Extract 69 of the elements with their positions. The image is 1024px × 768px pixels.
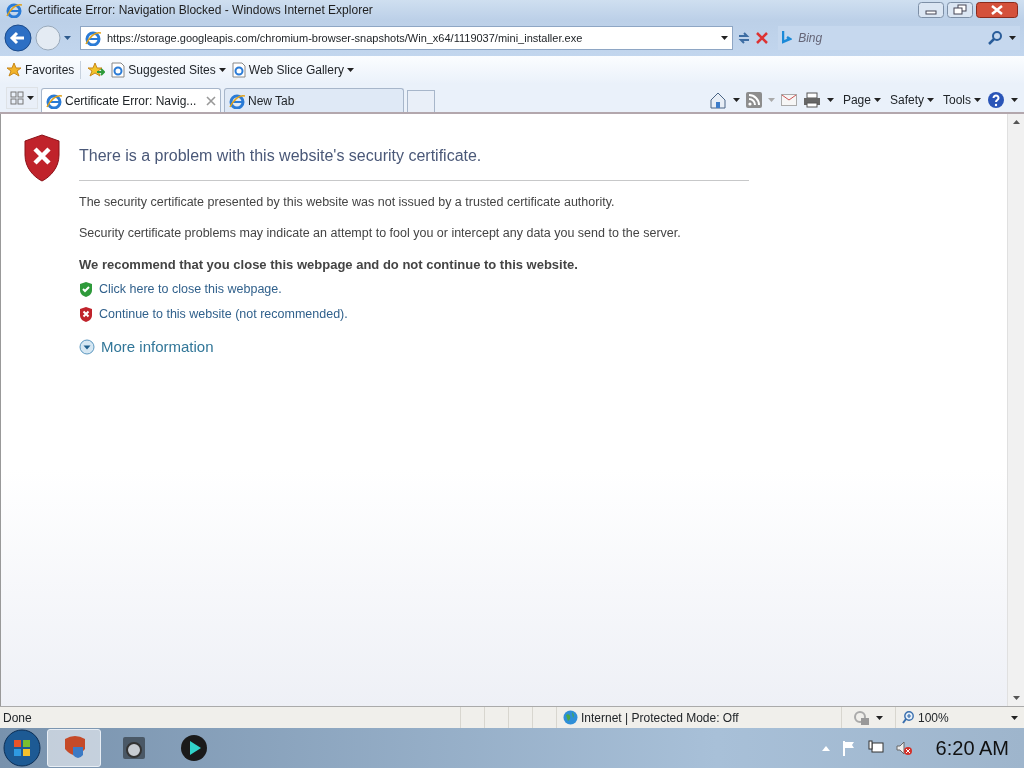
menu-button[interactable]: Tools — [943, 91, 981, 109]
caret-icon[interactable] — [1012, 696, 1020, 700]
caret-icon — [873, 98, 881, 102]
search-field[interactable]: Bing — [778, 26, 1020, 50]
body-text: The security certificate presented by this website was not issued by a trusted certificate authority. — [79, 194, 616, 211]
caret-icon — [346, 68, 354, 72]
search-icon[interactable] — [987, 30, 1003, 46]
browser-icon — [46, 92, 62, 109]
start-button[interactable] — [3, 729, 41, 767]
page-heading: There is a problem with this website's security certificate. — [79, 146, 483, 166]
back-button[interactable] — [4, 24, 32, 52]
search-engine-icon — [782, 30, 793, 46]
stop-icon[interactable] — [755, 31, 770, 45]
window-title: Certificate Error: Navigation Blocked - Windows Internet Explorer — [28, 2, 373, 19]
caret-icon[interactable] — [826, 98, 834, 102]
star-icon — [6, 62, 22, 78]
minimize-button[interactable] — [918, 2, 944, 18]
caret-icon — [974, 98, 981, 102]
caret-icon[interactable] — [1011, 98, 1018, 102]
error-shield-icon — [79, 306, 93, 323]
safe-shield-icon — [79, 281, 93, 298]
favorites-button[interactable]: Favorites — [6, 61, 75, 79]
warning-text: We recommend that you close this webpage and do not continue to this website. — [79, 256, 579, 274]
scrollbar[interactable] — [1007, 114, 1024, 706]
browser-tab[interactable]: Certificate Error: Navig... — [41, 88, 221, 112]
error-shield-icon — [23, 134, 61, 182]
home-icon[interactable] — [708, 91, 727, 109]
caret-icon — [1011, 715, 1018, 720]
address-field[interactable]: https://storage.googleapis.com/chromium-browser-snapshots/Win_x64/1119037/mini_installer.exe — [80, 26, 734, 50]
zoom-icon — [902, 711, 915, 724]
printer-icon[interactable] — [802, 92, 821, 108]
browser-icon — [85, 30, 101, 46]
help-icon[interactable] — [987, 91, 1005, 109]
page-icon — [111, 62, 126, 78]
close-button[interactable] — [976, 2, 1018, 18]
network-icon[interactable] — [867, 740, 884, 756]
quick-tabs-button[interactable] — [6, 87, 38, 109]
caret-icon — [927, 98, 934, 102]
clock[interactable]: 6:20 AM — [935, 733, 1009, 763]
caret-icon[interactable] — [721, 36, 729, 40]
caret-icon — [218, 68, 226, 72]
caret-icon[interactable] — [1012, 120, 1020, 124]
add-favorite-icon[interactable] — [87, 62, 106, 78]
page-icon — [231, 62, 246, 78]
text-link[interactable]: Continue to this website (not recommended). — [99, 304, 348, 324]
text-link[interactable]: Click here to close this webpage. — [99, 280, 282, 299]
more-information-link[interactable]: More information — [101, 335, 214, 358]
restore-button[interactable] — [947, 2, 973, 18]
grid-icon — [10, 91, 24, 105]
favorites-link[interactable]: Web Slice Gallery — [231, 61, 354, 79]
caret-icon[interactable] — [1009, 36, 1016, 40]
caret-icon — [27, 96, 34, 100]
menu-button[interactable]: Safety — [889, 91, 934, 109]
caret-icon[interactable] — [732, 98, 740, 102]
body-text: Security certificate problems may indicate an attempt to fool you or intercept any data you send to the server. — [79, 225, 682, 242]
status-text: Done — [2, 709, 33, 727]
browser-icon — [229, 92, 245, 109]
globe-icon — [563, 710, 578, 725]
taskbar-button[interactable] — [47, 729, 101, 767]
menu-button[interactable]: Page — [842, 91, 881, 109]
feed-icon[interactable] — [745, 92, 762, 108]
caret-icon — [876, 715, 883, 720]
browser-tab[interactable]: New Tab — [224, 88, 404, 112]
close-tab-icon[interactable] — [206, 95, 216, 106]
speaker-muted-icon[interactable] — [895, 740, 912, 756]
mail-icon[interactable] — [780, 94, 797, 106]
expand-icon[interactable] — [79, 338, 95, 355]
browser-icon — [6, 2, 22, 18]
favorites-link[interactable]: Suggested Sites — [111, 61, 226, 79]
